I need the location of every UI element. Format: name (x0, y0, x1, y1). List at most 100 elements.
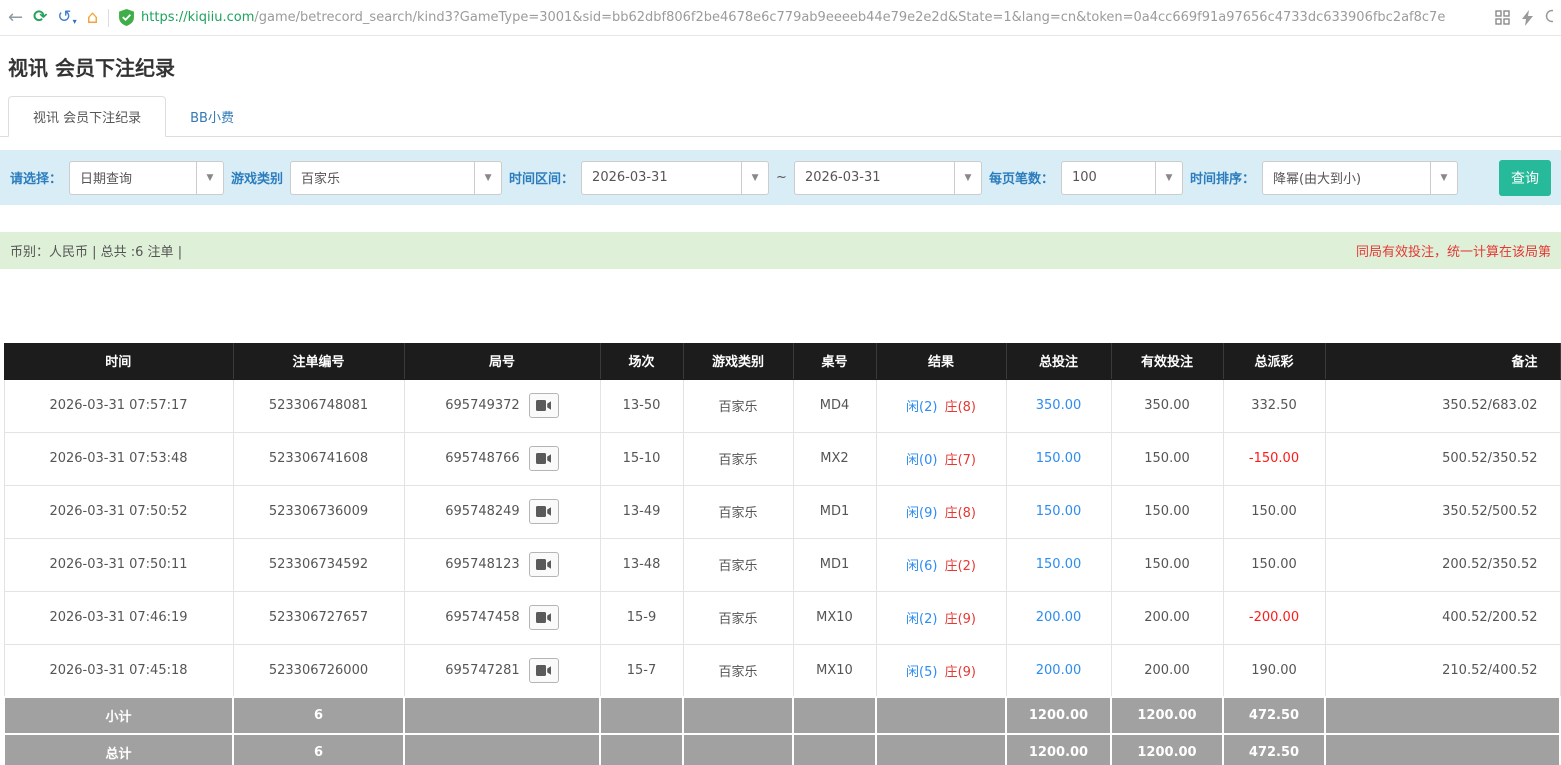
cell-session: 13-48 (600, 538, 683, 591)
url-domain: https://kiqiiu.com (141, 10, 254, 25)
undo-icon: ↺ (57, 9, 71, 26)
empty-cell (683, 734, 793, 765)
refresh-icon[interactable]: ⟳ (33, 9, 47, 26)
cell-game-type: 百家乐 (683, 485, 793, 538)
video-camera-icon (535, 664, 552, 677)
table-body: 2026-03-31 07:57:17 523306748081 6957493… (4, 379, 1560, 697)
result-player: 闲(9) (906, 506, 937, 521)
table-row: 2026-03-31 07:50:52 523306736009 6957482… (4, 485, 1560, 538)
cell-valid-bet: 200.00 (1111, 591, 1223, 644)
cell-bet-id: 523306736009 (233, 485, 404, 538)
bet-records-table: 时间 注单编号 局号 场次 游戏类别 桌号 结果 总投注 有效投注 总派彩 备注… (3, 343, 1561, 765)
video-replay-button[interactable] (529, 552, 559, 577)
game-type-value: 百家乐 (291, 168, 340, 187)
tab-betrecord[interactable]: 视讯 会员下注纪录 (8, 96, 166, 137)
total-bet-link[interactable]: 150.00 (1036, 504, 1082, 519)
tab-bb-tip[interactable]: BB小费 (166, 97, 258, 136)
cell-remark: 500.52/350.52 (1325, 432, 1560, 485)
cell-game-type: 百家乐 (683, 379, 793, 432)
video-replay-button[interactable] (529, 605, 559, 630)
cell-time: 2026-03-31 07:50:52 (4, 485, 233, 538)
sort-order-select[interactable]: 降幂(由大到小) ▼ (1262, 161, 1458, 195)
page-size-value: 100 (1062, 170, 1097, 185)
cell-session: 15-9 (600, 591, 683, 644)
col-time: 时间 (4, 343, 233, 379)
empty-cell (793, 697, 876, 734)
cell-remark: 350.52/500.52 (1325, 485, 1560, 538)
cell-table-no: MX10 (793, 591, 876, 644)
result-banker: 庄(7) (945, 453, 976, 468)
chevron-down-icon[interactable]: ▼ (1430, 162, 1457, 194)
home-icon[interactable]: ⌂ (87, 9, 98, 27)
chevron-down-icon[interactable]: ▼ (741, 162, 768, 194)
result-player: 闲(0) (906, 453, 937, 468)
col-result: 结果 (876, 343, 1006, 379)
summary-bar: 币别：人民币 | 总共 :6 注单 | 同局有效投注，统一计算在该局第 (0, 232, 1561, 269)
total-bet-link[interactable]: 150.00 (1036, 451, 1082, 466)
cell-valid-bet: 150.00 (1111, 485, 1223, 538)
col-valid-bet: 有效投注 (1111, 343, 1223, 379)
date-to-select[interactable]: 2026-03-31 ▼ (794, 161, 982, 195)
empty-cell (1325, 697, 1560, 734)
video-camera-icon (535, 505, 552, 518)
search-button[interactable]: 查询 (1499, 160, 1551, 196)
col-total-bet: 总投注 (1006, 343, 1111, 379)
undo-caret-icon[interactable]: ▾ (73, 17, 77, 26)
clipped-icon[interactable] (1545, 8, 1553, 27)
cell-round-id: 695747458 (404, 591, 600, 644)
round-id-text: 695748766 (445, 451, 519, 466)
cell-round-id: 695748249 (404, 485, 600, 538)
video-replay-button[interactable] (529, 499, 559, 524)
total-bet-link[interactable]: 350.00 (1036, 398, 1082, 413)
filter-bar: 请选择： 日期查询 ▼ 游戏类别 百家乐 ▼ 时间区间： 2026-03-31 … (0, 150, 1561, 205)
address-bar[interactable]: https://kiqiiu.com/game/betrecord_search… (119, 9, 1477, 26)
cell-result: 闲(0) 庄(7) (876, 432, 1006, 485)
cell-total-bet: 200.00 (1006, 591, 1111, 644)
empty-cell (1325, 734, 1560, 765)
total-bet-link[interactable]: 150.00 (1036, 557, 1082, 572)
subtotal-row: 小计 6 1200.00 1200.00 472.50 (4, 697, 1560, 734)
cell-payout: 332.50 (1223, 379, 1325, 432)
cell-time: 2026-03-31 07:45:18 (4, 644, 233, 697)
cell-table-no: MD1 (793, 485, 876, 538)
cell-result: 闲(2) 庄(9) (876, 591, 1006, 644)
sort-order-value: 降幂(由大到小) (1263, 168, 1361, 187)
total-bet-link[interactable]: 200.00 (1036, 663, 1082, 678)
subtotal-total-bet: 1200.00 (1006, 697, 1111, 734)
result-banker: 庄(8) (945, 506, 976, 521)
result-banker: 庄(8) (945, 400, 976, 415)
chevron-down-icon[interactable]: ▼ (1155, 162, 1182, 194)
result-player: 闲(2) (906, 400, 937, 415)
page-title: 视讯 会员下注纪录 (8, 52, 1561, 81)
cell-remark: 200.52/350.52 (1325, 538, 1560, 591)
grid-icon[interactable] (1495, 10, 1510, 25)
cell-total-bet: 150.00 (1006, 538, 1111, 591)
undo-button[interactable]: ↺ ▾ (57, 9, 76, 26)
chevron-down-icon[interactable]: ▼ (196, 162, 223, 194)
query-type-select[interactable]: 日期查询 ▼ (69, 161, 224, 195)
cell-result: 闲(6) 庄(2) (876, 538, 1006, 591)
page-size-select[interactable]: 100 ▼ (1061, 161, 1183, 195)
chevron-down-icon[interactable]: ▼ (474, 162, 501, 194)
empty-cell (793, 734, 876, 765)
chevron-down-icon[interactable]: ▼ (954, 162, 981, 194)
col-game-type: 游戏类别 (683, 343, 793, 379)
lightning-icon[interactable] (1522, 10, 1533, 26)
video-replay-button[interactable] (529, 393, 559, 418)
cell-total-bet: 150.00 (1006, 485, 1111, 538)
total-bet-link[interactable]: 200.00 (1036, 610, 1082, 625)
video-replay-button[interactable] (529, 446, 559, 471)
result-player: 闲(5) (906, 665, 937, 680)
date-from-select[interactable]: 2026-03-31 ▼ (581, 161, 769, 195)
empty-cell (876, 734, 1006, 765)
result-banker: 庄(9) (945, 612, 976, 627)
table-row: 2026-03-31 07:57:17 523306748081 6957493… (4, 379, 1560, 432)
empty-cell (600, 734, 683, 765)
video-replay-button[interactable] (529, 658, 559, 683)
table-row: 2026-03-31 07:50:11 523306734592 6957481… (4, 538, 1560, 591)
back-icon[interactable]: ← (8, 9, 23, 27)
col-session: 场次 (600, 343, 683, 379)
game-type-select[interactable]: 百家乐 ▼ (290, 161, 502, 195)
sort-order-label: 时间排序： (1190, 168, 1255, 187)
cell-result: 闲(2) 庄(8) (876, 379, 1006, 432)
